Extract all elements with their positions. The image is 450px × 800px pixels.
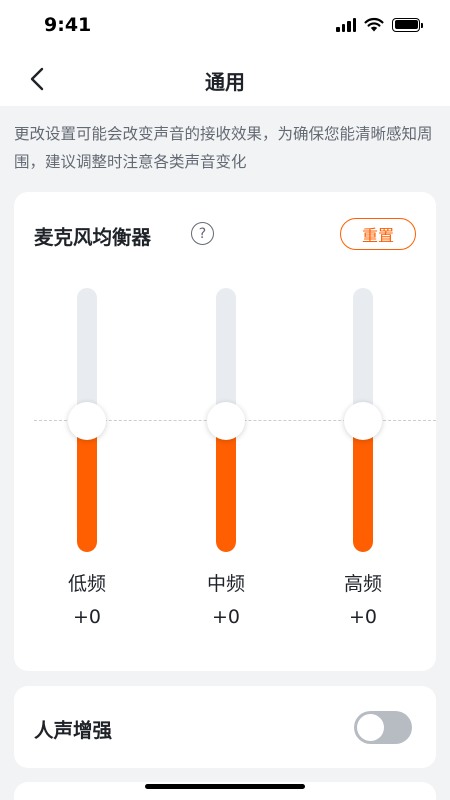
voice-enhance-toggle[interactable]: [354, 711, 412, 744]
reset-button[interactable]: 重置: [340, 218, 416, 250]
battery-icon: [392, 17, 423, 32]
slider-thumb[interactable]: [68, 402, 106, 440]
mid-band-value: +0: [211, 606, 240, 628]
high-band-label: 高频: [343, 573, 382, 595]
page-title: 通用: [205, 70, 245, 94]
slider-thumb[interactable]: [344, 402, 382, 440]
status-icons: [336, 17, 423, 32]
mid-band-slider[interactable]: [207, 288, 245, 552]
settings-hint-text: 更改设置可能会改变声音的接收效果，为确保您能清晰感知周围，建议调整时注意各类声音…: [14, 125, 433, 171]
equalizer-title: 麦克风均衡器: [34, 226, 152, 249]
toggle-knob: [357, 714, 384, 741]
status-bar: 9:41: [0, 0, 450, 52]
high-band-slider[interactable]: [344, 288, 382, 552]
nav-bar: 通用: [0, 52, 450, 106]
wifi-icon: [364, 17, 384, 32]
status-time: 9:41: [44, 14, 92, 36]
voice-enhance-label: 人声增强: [34, 719, 113, 742]
home-indicator: [145, 784, 305, 789]
voice-enhance-card: 人声增强: [14, 686, 436, 768]
signal-icon: [336, 17, 356, 32]
low-band-value: +0: [72, 606, 101, 628]
low-band-slider[interactable]: [68, 288, 106, 552]
help-circle-icon[interactable]: ?: [191, 222, 214, 245]
high-band-value: +0: [348, 606, 377, 628]
slider-thumb[interactable]: [207, 402, 245, 440]
mic-equalizer-card: 麦克风均衡器 ? 重置 低频 +0 中频 +0 高频 +0: [14, 192, 436, 671]
mid-band-label: 中频: [206, 573, 245, 595]
low-band-label: 低频: [67, 573, 106, 595]
